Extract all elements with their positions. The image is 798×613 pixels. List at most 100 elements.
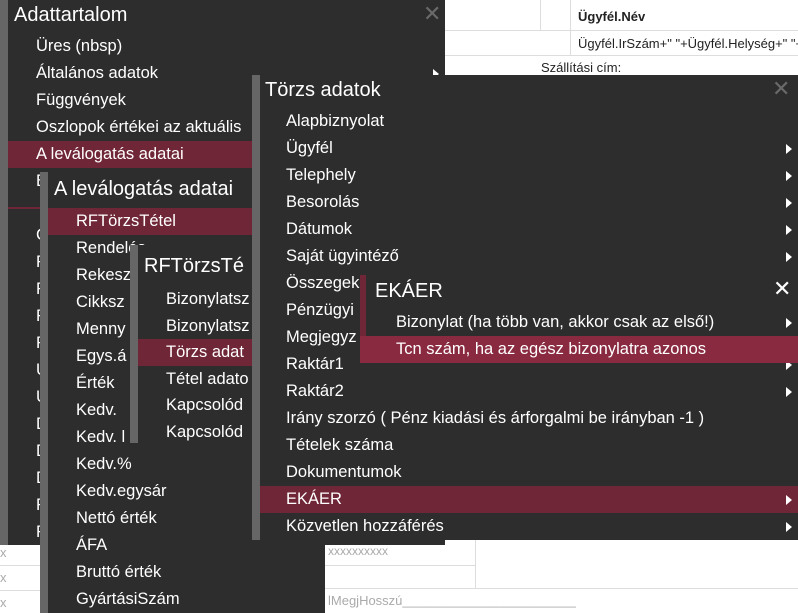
menu-item-label: Bruttó érték: [76, 563, 162, 581]
grid-line: [540, 0, 541, 30]
menu-item[interactable]: Kapcsolód: [138, 419, 252, 443]
menu-item-label: Nettó érték: [76, 509, 157, 527]
submenu-arrow-icon: [786, 225, 792, 235]
shipping-label: Szállítási cím:: [541, 60, 622, 75]
menu-item[interactable]: Bizonylatsz: [138, 313, 252, 340]
menu-item-label: Ügyfél: [286, 139, 333, 157]
menu-item-label: Pénzügyi: [286, 301, 354, 319]
menu-item[interactable]: Törzs adat: [138, 339, 252, 367]
menu-title: RFTörzsTé: [144, 255, 244, 277]
menu-item-label: Cikksz: [76, 293, 125, 311]
menu-item-label: Raktár1: [286, 355, 344, 373]
menu-item-label: Tételek száma: [286, 436, 394, 454]
menu-item-label: Összegek: [286, 274, 360, 292]
submenu-arrow-icon: [786, 318, 792, 328]
menu-item-label: Saját ügyintéző: [286, 247, 399, 265]
menu-item-label: Telephely: [286, 166, 356, 184]
menu-item-label: Besorolás: [286, 193, 360, 211]
grid-line: [445, 55, 798, 56]
menu-item-label: Általános adatok: [36, 64, 159, 82]
megj-field-cell[interactable]: lMegjHosszú________________________: [328, 593, 576, 608]
menu-title: Törzs adatok: [265, 79, 381, 101]
menu-item[interactable]: Tételek száma: [260, 432, 798, 459]
menu-item-label: Irány szorzó ( Pénz kiadási és árforgalm…: [286, 409, 705, 427]
menu-strip: [130, 245, 138, 443]
menu-item[interactable]: EKÁER: [260, 486, 798, 513]
menu-item-label: Kedv. l: [76, 428, 126, 446]
menu-item-label: Alapbiznyolat: [286, 112, 385, 130]
menu-item-label: GyártásiSzám: [76, 590, 180, 608]
menu-item[interactable]: Saját ügyintéző: [260, 243, 798, 270]
menu-item-label: Függvények: [36, 91, 126, 109]
menu-item[interactable]: GyártásiSzám: [48, 586, 325, 613]
menu-item-label: Törzs adat: [166, 343, 244, 362]
menu-strip: [0, 0, 8, 545]
grid-line: [475, 540, 476, 588]
menu-item-label: Tcn szám, ha az egész bizonylatra azonos: [396, 340, 706, 358]
menu-strip: [252, 75, 260, 540]
menu-rftorzstetel: RFTörzsTé Bizonylatsz Bizonylatsz Törzs ad…: [130, 245, 252, 443]
menu-item[interactable]: Irány szorzó ( Pénz kiadási és árforgalm…: [260, 405, 798, 432]
menu-title: Adattartalom: [14, 4, 128, 26]
menu-item-tcn-szam[interactable]: Tcn szám, ha az egész bizonylatra azonos: [360, 336, 798, 363]
menu-item-label: Üres (nbsp): [36, 37, 123, 55]
submenu-arrow-icon: [786, 252, 792, 262]
menu-item-label: EKÁER: [286, 490, 342, 508]
menu-item[interactable]: Alapbiznyolat: [260, 108, 798, 135]
menu-item-label: Bizonylat (ha több van, akkor csak az el…: [396, 313, 715, 331]
menu-item-label: Kedv.: [76, 401, 117, 419]
close-icon[interactable]: ✕: [772, 78, 790, 100]
field-address-cell[interactable]: Ügyfél.IrSzám+" "+Ügyfél.Helység+" "+Ügy…: [578, 36, 798, 51]
menu-item-label: Megjegyz: [286, 328, 357, 346]
menu-item-label: ÁFA: [76, 536, 108, 554]
menu-item-label: Kedv.egysár: [76, 482, 167, 500]
menu-item-label: Dokumentumok: [286, 463, 402, 481]
menu-strip: [40, 172, 48, 613]
menu-title: EKÁER: [375, 280, 443, 302]
menu-item[interactable]: Raktár2: [260, 378, 798, 405]
menu-item[interactable]: Ügyfél: [260, 135, 798, 162]
menu-item-bizonylat[interactable]: Bizonylat (ha több van, akkor csak az el…: [366, 309, 798, 336]
close-icon[interactable]: ✕: [423, 3, 441, 25]
menu-item-label: Kapcsolód: [166, 396, 244, 415]
grid-line: [445, 30, 798, 31]
grid-line: [325, 565, 475, 566]
menu-item-label: Dátumok: [286, 220, 353, 238]
grid-line: [325, 588, 798, 589]
menu-item[interactable]: Besorolás: [260, 189, 798, 216]
menu-item[interactable]: Bruttó érték: [48, 559, 325, 586]
submenu-arrow-icon: [786, 387, 792, 397]
menu-item-label: Egys.á: [76, 347, 127, 365]
menu-item-label: Kapcsolód: [166, 423, 244, 441]
menu-item-label: Kedv.%: [76, 455, 132, 473]
submenu-arrow-icon: [786, 198, 792, 208]
grid-line: [0, 590, 40, 591]
menu-item-label: Bizonylatsz: [166, 316, 250, 335]
menu-item-ures[interactable]: Üres (nbsp): [8, 33, 445, 60]
placeholder-cell[interactable]: xxxxxxxxxx: [328, 544, 388, 558]
menu-item[interactable]: Kapcsolód: [138, 392, 252, 419]
grid-line: [0, 565, 40, 566]
field-name-cell[interactable]: Ügyfél.Név: [578, 9, 645, 24]
menu-item-label: Tétel adato: [166, 369, 249, 388]
menu-item-label: Menny: [76, 320, 126, 338]
close-icon[interactable]: ✕: [773, 278, 791, 300]
menu-item-label: Rekesz: [76, 266, 132, 284]
menu-item[interactable]: Bizonylatsz: [138, 286, 252, 313]
submenu-arrow-icon: [786, 171, 792, 181]
submenu-arrow-icon: [786, 495, 792, 505]
menu-item-label: RFTörzsTétel: [76, 212, 176, 230]
menu-item[interactable]: Dokumentumok: [260, 459, 798, 486]
menu-item-label: Érték: [76, 374, 115, 392]
cell-x: x: [0, 595, 7, 610]
menu-item[interactable]: Dátumok: [260, 216, 798, 243]
menu-item[interactable]: Tétel adato: [138, 366, 252, 393]
menu-item-label: A leválogatás adatai: [36, 145, 184, 163]
menu-item-label: Oszlopok értékei az aktuális: [36, 118, 242, 136]
submenu-arrow-icon: [786, 144, 792, 154]
menu-item[interactable]: Közvetlen hozzáférés: [260, 513, 798, 540]
menu-item-label: Bizonylatsz: [166, 290, 250, 308]
menu-item[interactable]: Telephely: [260, 162, 798, 189]
menu-title: A leválogatás adatai: [54, 178, 234, 200]
menu-item-label: Raktár2: [286, 382, 344, 400]
